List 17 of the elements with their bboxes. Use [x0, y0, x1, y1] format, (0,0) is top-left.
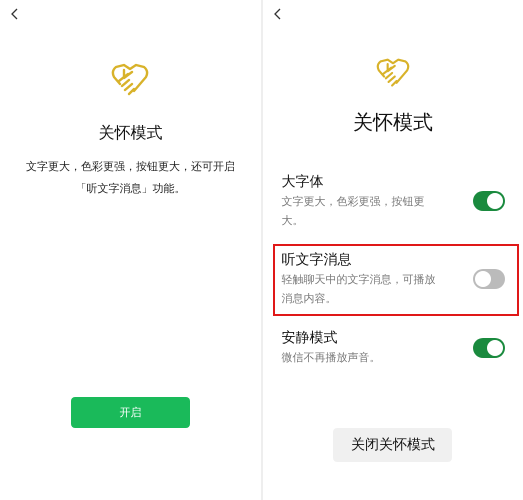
back-icon[interactable]: [10, 8, 18, 20]
heart-hand-icon: [374, 57, 411, 89]
option-label: 听文字消息: [282, 251, 352, 270]
toggle-switch[interactable]: [473, 191, 505, 211]
toggle-switch[interactable]: [473, 338, 505, 358]
back-icon[interactable]: [272, 8, 280, 20]
description: 文字更大，色彩更强，按钮更大，还可开启「听文字消息」功能。: [24, 159, 236, 197]
option-label: 安静模式: [282, 329, 338, 348]
option-description: 轻触聊天中的文字消息，可播放消息内容。: [282, 272, 436, 307]
toggle-switch[interactable]: [473, 269, 505, 289]
screen-title: 关怀模式: [352, 109, 433, 136]
option-description: 微信不再播放声音。: [282, 350, 382, 366]
option-label: 大字体: [282, 173, 324, 192]
heart-hand-icon: [110, 62, 150, 98]
option-description: 文字更大，色彩更强，按钮更大。: [282, 194, 426, 229]
screen-title: 关怀模式: [98, 123, 162, 144]
close-care-mode-button[interactable]: 关闭关怀模式: [333, 428, 452, 462]
